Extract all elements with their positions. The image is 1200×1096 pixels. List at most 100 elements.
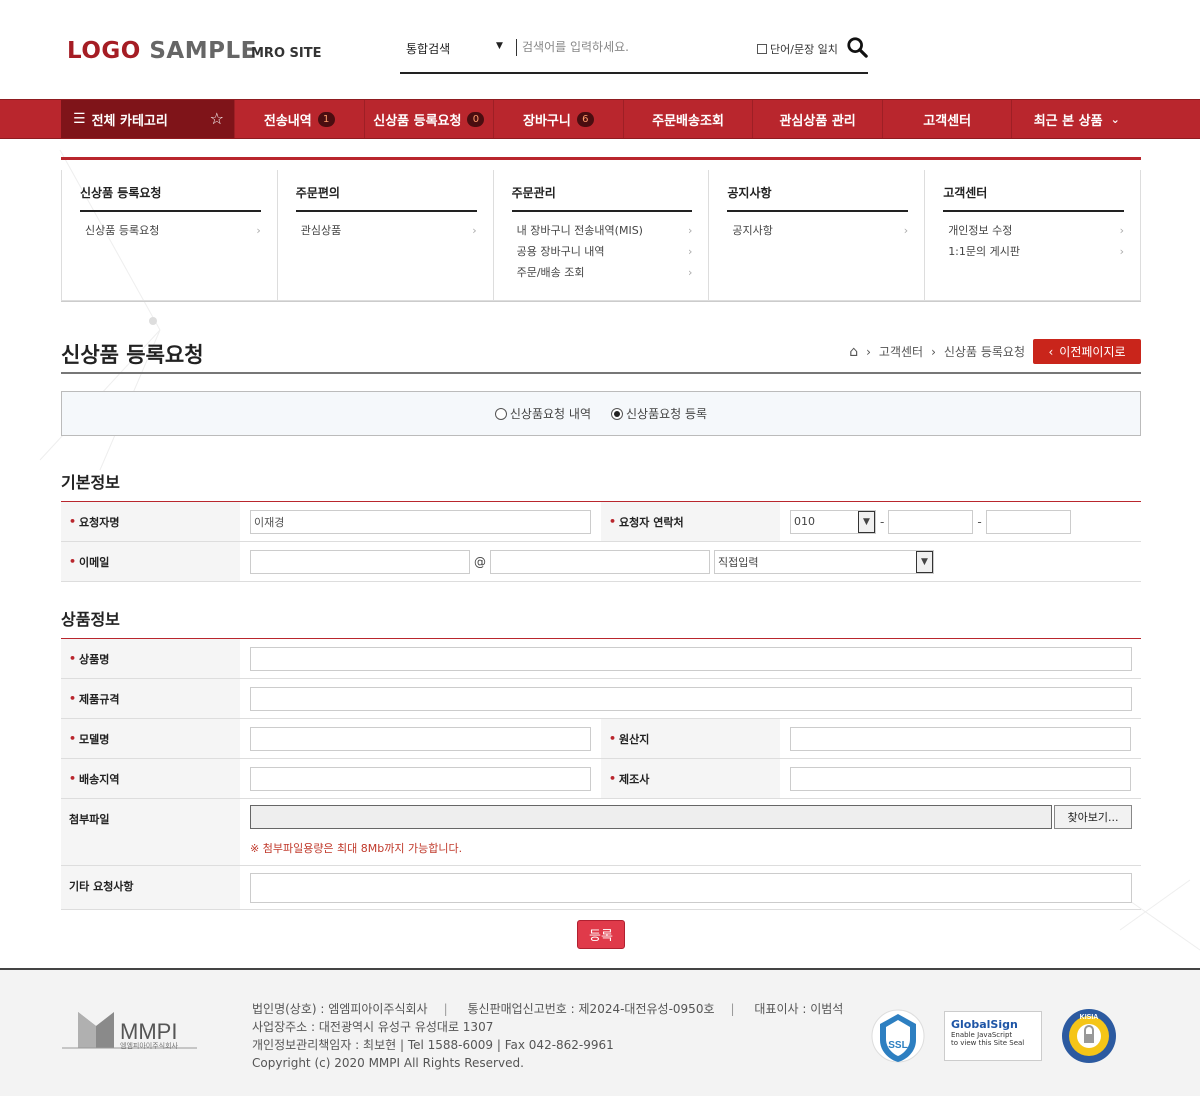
checkbox-icon[interactable] bbox=[757, 44, 767, 54]
file-path-field[interactable] bbox=[250, 805, 1052, 829]
email-domain-field[interactable] bbox=[490, 549, 710, 574]
main-nav: ☰ 전체 카테고리 ☆ 전송내역 1 신상품 등록요청 0 장바구니 6 주문배… bbox=[0, 99, 1200, 139]
chevron-right-icon: › bbox=[687, 224, 693, 237]
product-name-field[interactable] bbox=[250, 646, 1132, 671]
mega-menu: 신상품 등록요청 신상품 등록요청 › 주문편의 관심상품 › 주문관리 내 장바구… bbox=[61, 157, 1141, 302]
nav-item-new-product-request[interactable]: 신상품 등록요청 0 bbox=[363, 100, 494, 138]
mega-link[interactable]: 공용 장바구니 내역 › bbox=[512, 243, 693, 264]
caret-down-icon[interactable]: ▼ bbox=[496, 41, 503, 51]
product-spec-field[interactable] bbox=[250, 686, 1132, 711]
search-input[interactable] bbox=[522, 37, 742, 57]
search-scope-select[interactable]: 통합검색 bbox=[406, 40, 450, 57]
site-footer: MMPI 엠엠피아이주식회사 법인명(상호) : 엠엠피아이주식회사 | 통신판매… bbox=[0, 968, 1200, 1096]
ssl-seal-icon[interactable]: SSL bbox=[870, 1006, 926, 1066]
mega-col-new-product: 신상품 등록요청 신상품 등록요청 › bbox=[61, 170, 278, 301]
exact-match-checkbox[interactable]: 단어/문장 일치 bbox=[757, 41, 838, 57]
model-field[interactable] bbox=[250, 726, 591, 751]
count-badge: 0 bbox=[467, 111, 485, 127]
field-label: • 이메일 bbox=[61, 542, 240, 581]
tab-request-history[interactable]: 신상품요청 내역 bbox=[494, 405, 591, 422]
mega-link[interactable]: 내 장바구니 전송내역(MIS) › bbox=[512, 222, 693, 243]
radio-selected-icon[interactable] bbox=[611, 407, 623, 420]
section-title-basic: 기본정보 bbox=[61, 469, 1141, 502]
back-button[interactable]: ‹ 이전페이지로 bbox=[1033, 339, 1141, 364]
site-logo[interactable]: LOGO SAMPLE bbox=[67, 38, 257, 64]
nav-item-order-tracking[interactable]: 주문배송조회 bbox=[622, 100, 753, 138]
required-mark: • bbox=[609, 732, 617, 745]
chevron-left-icon: ‹ bbox=[1048, 344, 1054, 359]
tab-request-register[interactable]: 신상품요청 등록 bbox=[611, 405, 707, 422]
required-mark: • bbox=[609, 515, 617, 528]
browse-button[interactable]: 찾아보기... bbox=[1054, 805, 1132, 829]
star-icon[interactable]: ☆ bbox=[210, 109, 224, 128]
phone-prefix-select[interactable]: 010 ▼ bbox=[790, 509, 876, 534]
field-label: 첨부파일 bbox=[61, 799, 240, 865]
mega-col-title: 주문관리 bbox=[511, 184, 693, 212]
attach-note: ※ 첨부파일용량은 최대 8Mb까지 가능합니다. bbox=[250, 842, 463, 855]
field-label: • 제품규격 bbox=[61, 679, 240, 718]
manufacturer-field[interactable] bbox=[790, 766, 1131, 791]
email-domain-select[interactable]: 직접입력 ▼ bbox=[714, 549, 934, 574]
field-label: • 요청자명 bbox=[61, 502, 240, 541]
mega-link[interactable]: 신상품 등록요청 › bbox=[80, 222, 261, 243]
email-id-field[interactable] bbox=[250, 549, 470, 574]
chevron-right-icon: › bbox=[687, 266, 693, 279]
mega-link[interactable]: 개인정보 수정 › bbox=[943, 222, 1124, 243]
page-title: 신상품 등록요청 bbox=[61, 343, 204, 367]
required-mark: • bbox=[69, 692, 77, 705]
count-badge: 6 bbox=[576, 111, 594, 127]
form-row: • 제품규격 bbox=[61, 679, 1141, 719]
mega-col-title: 신상품 등록요청 bbox=[80, 184, 261, 212]
chevron-right-icon: › bbox=[931, 344, 936, 359]
globalsign-seal[interactable]: GlobalSign Enable JavaScript to view thi… bbox=[944, 1011, 1042, 1061]
mega-col-title: 공지사항 bbox=[727, 184, 909, 212]
nav-item-cart[interactable]: 장바구니 6 bbox=[493, 100, 623, 138]
form-row: • 모델명 • 원산지 bbox=[61, 719, 1141, 759]
chevron-right-icon: › bbox=[903, 224, 909, 237]
kisia-seal-icon[interactable]: KISIA bbox=[1060, 1007, 1118, 1065]
chevron-right-icon: › bbox=[256, 224, 261, 237]
field-label: • 상품명 bbox=[61, 639, 240, 678]
site-header: LOGO SAMPLE MRO SITE 통합검색 ▼ 단어/문장 일치 bbox=[0, 0, 1200, 99]
required-mark: • bbox=[69, 652, 77, 665]
nav-item-wishlist[interactable]: 관심상품 관리 bbox=[752, 100, 882, 138]
radio-icon[interactable] bbox=[494, 407, 507, 420]
requester-name-field[interactable]: 이재경 bbox=[250, 509, 591, 534]
all-categories-button[interactable]: ☰ 전체 카테고리 ☆ bbox=[61, 100, 234, 138]
phone-last-field[interactable] bbox=[985, 509, 1071, 534]
search-icon[interactable] bbox=[846, 36, 868, 58]
nav-item-recently-viewed[interactable]: 최근 본 상품 ⌄ bbox=[1011, 100, 1141, 138]
submit-button[interactable]: 등록 bbox=[577, 920, 625, 949]
field-label: • 모델명 bbox=[61, 719, 240, 758]
home-icon[interactable]: ⌂ bbox=[849, 344, 858, 360]
breadcrumb-item[interactable]: 신상품 등록요청 bbox=[944, 343, 1025, 360]
required-mark: • bbox=[609, 772, 617, 785]
mega-link[interactable]: 관심상품 › bbox=[296, 222, 477, 243]
nav-item-customer-center[interactable]: 고객센터 bbox=[881, 100, 1012, 138]
svg-text:KISIA: KISIA bbox=[1080, 1014, 1099, 1021]
chevron-right-icon: › bbox=[1119, 224, 1124, 237]
mega-col-customer-center: 고객센터 개인정보 수정 › 1:1문의 게시판 › bbox=[925, 170, 1141, 301]
etc-request-field[interactable] bbox=[250, 872, 1132, 903]
footer-logo: MMPI 엠엠피아이주식회사 bbox=[62, 1008, 202, 1057]
required-mark: • bbox=[69, 772, 77, 785]
mode-tabs: 신상품요청 내역 신상품요청 등록 bbox=[61, 391, 1141, 436]
mega-link[interactable]: 1:1문의 게시판 › bbox=[943, 243, 1124, 264]
phone-middle-field[interactable] bbox=[888, 509, 974, 534]
menu-icon: ☰ bbox=[73, 111, 86, 127]
delivery-region-field[interactable] bbox=[250, 766, 591, 791]
mega-col-order-management: 주문관리 내 장바구니 전송내역(MIS) › 공용 장바구니 내역 › 주문/배송… bbox=[493, 170, 710, 301]
mega-col-order-convenience: 주문편의 관심상품 › bbox=[277, 170, 494, 301]
origin-field[interactable] bbox=[790, 726, 1131, 751]
mega-link[interactable]: 공지사항 › bbox=[727, 222, 908, 243]
nav-item-transfer-history[interactable]: 전송내역 1 bbox=[234, 100, 364, 138]
form-row: • 배송지역 • 제조사 bbox=[61, 759, 1141, 799]
breadcrumb: ⌂ › 고객센터 › 신상품 등록요청 bbox=[849, 343, 1025, 360]
chevron-right-icon: › bbox=[1119, 245, 1124, 258]
field-label: • 배송지역 bbox=[61, 759, 240, 798]
mmpi-logo-icon: MMPI 엠엠피아이주식회사 bbox=[62, 1012, 197, 1050]
mega-link[interactable]: 주문/배송 조회 › bbox=[512, 264, 693, 285]
breadcrumb-item[interactable]: 고객센터 bbox=[879, 343, 923, 360]
chevron-right-icon: › bbox=[866, 344, 871, 359]
security-seals: SSL GlobalSign Enable JavaScript to view… bbox=[870, 1006, 1118, 1066]
